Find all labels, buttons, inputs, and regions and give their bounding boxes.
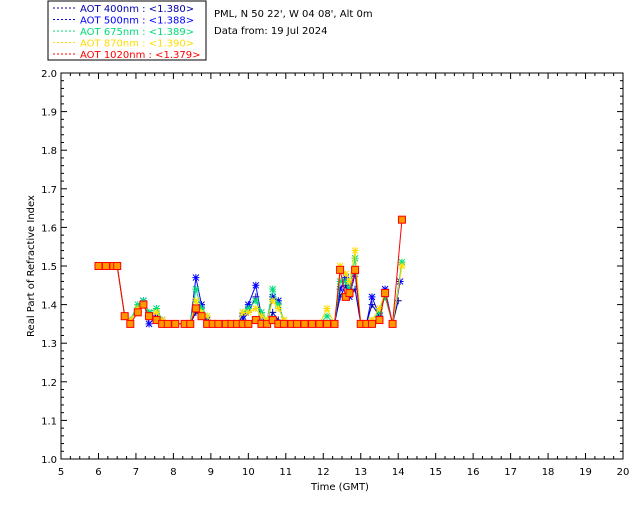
data-point <box>153 308 161 316</box>
legend-label: AOT 675nm : <1.389> <box>80 27 194 38</box>
y-tick-label: 1.7 <box>41 185 57 196</box>
data-point <box>113 262 122 270</box>
data-point <box>101 262 110 270</box>
y-tick-label: 1.1 <box>41 416 57 427</box>
data-point <box>192 297 200 305</box>
x-tick-label: 9 <box>208 467 214 478</box>
legend: AOT 400nm : <1.380>AOT 500nm : <1.388>AO… <box>47 0 207 61</box>
data-point <box>214 319 223 328</box>
legend-label: AOT 500nm : <1.388> <box>80 16 194 27</box>
x-tick-label: 8 <box>170 467 176 478</box>
data-point <box>368 293 376 301</box>
data-point <box>375 316 384 325</box>
legend-label: AOT 400nm : <1.380> <box>80 4 194 15</box>
x-axis-label: Time (GMT) <box>310 482 369 493</box>
x-tick-label: 19 <box>579 467 592 478</box>
data-point <box>398 262 406 270</box>
x-tick-label: 7 <box>133 467 139 478</box>
data-point <box>336 265 345 274</box>
x-tick-label: 14 <box>392 467 405 478</box>
data-point <box>351 265 360 274</box>
x-tick-label: 18 <box>542 467 555 478</box>
x-tick-label: 17 <box>504 467 517 478</box>
data-point <box>351 247 359 255</box>
data-point <box>269 297 277 305</box>
data-point <box>367 319 376 328</box>
y-tick-label: 1.4 <box>41 301 57 312</box>
refractive-index-chart: AOT 400nm : <1.380>AOT 500nm : <1.388>AO… <box>0 0 640 512</box>
legend-label: AOT 1020nm : <1.379> <box>80 50 200 61</box>
legend-label: AOT 870nm : <1.390> <box>80 39 194 50</box>
data-point <box>252 297 260 305</box>
data-point <box>252 281 260 289</box>
x-tick-label: 10 <box>242 467 255 478</box>
x-tick-label: 12 <box>317 467 330 478</box>
x-tick-label: 5 <box>58 467 64 478</box>
data-point <box>186 319 195 328</box>
site-info: PML, N 50 22', W 04 08', Alt 0m <box>214 9 373 20</box>
data-point <box>381 289 390 298</box>
x-tick-label: 15 <box>429 467 442 478</box>
data-point <box>388 319 397 328</box>
data-point <box>145 320 153 328</box>
data-point <box>252 304 260 312</box>
y-tick-label: 1.0 <box>41 455 57 466</box>
data-point <box>133 308 142 317</box>
date-info: Data from: 19 Jul 2024 <box>214 26 327 37</box>
data-point <box>397 215 406 224</box>
data-point <box>139 300 148 309</box>
data-point <box>300 319 309 328</box>
x-tick-label: 11 <box>279 467 292 478</box>
data-point <box>197 312 206 321</box>
y-tick-label: 1.5 <box>41 262 57 273</box>
y-axis-label: Real Part of Refractive Index <box>26 195 37 337</box>
data-point <box>330 319 339 328</box>
chart-background <box>0 0 640 512</box>
data-point <box>345 289 354 298</box>
data-point <box>191 304 200 313</box>
y-tick-label: 1.8 <box>41 146 57 157</box>
data-point <box>308 319 317 328</box>
y-tick-label: 1.2 <box>41 378 57 389</box>
data-point <box>145 312 154 321</box>
data-point <box>163 319 172 328</box>
data-point <box>274 304 282 312</box>
data-point <box>293 319 302 328</box>
data-point <box>192 274 200 282</box>
data-point <box>244 308 252 316</box>
data-point <box>269 285 277 293</box>
data-point <box>126 319 135 328</box>
data-point <box>279 319 288 328</box>
x-tick-label: 6 <box>95 467 101 478</box>
x-tick-label: 20 <box>617 467 630 478</box>
data-point <box>120 312 129 321</box>
data-point <box>315 319 324 328</box>
y-tick-label: 1.6 <box>41 223 57 234</box>
data-point <box>244 319 253 328</box>
data-point <box>94 262 103 270</box>
y-tick-label: 1.3 <box>41 339 57 350</box>
data-point <box>323 319 332 328</box>
x-tick-label: 16 <box>467 467 480 478</box>
data-point <box>323 304 331 312</box>
y-tick-label: 1.9 <box>41 108 57 119</box>
x-tick-label: 13 <box>354 467 367 478</box>
data-point <box>192 285 200 293</box>
data-point <box>171 319 180 328</box>
y-tick-label: 2.0 <box>41 69 57 80</box>
